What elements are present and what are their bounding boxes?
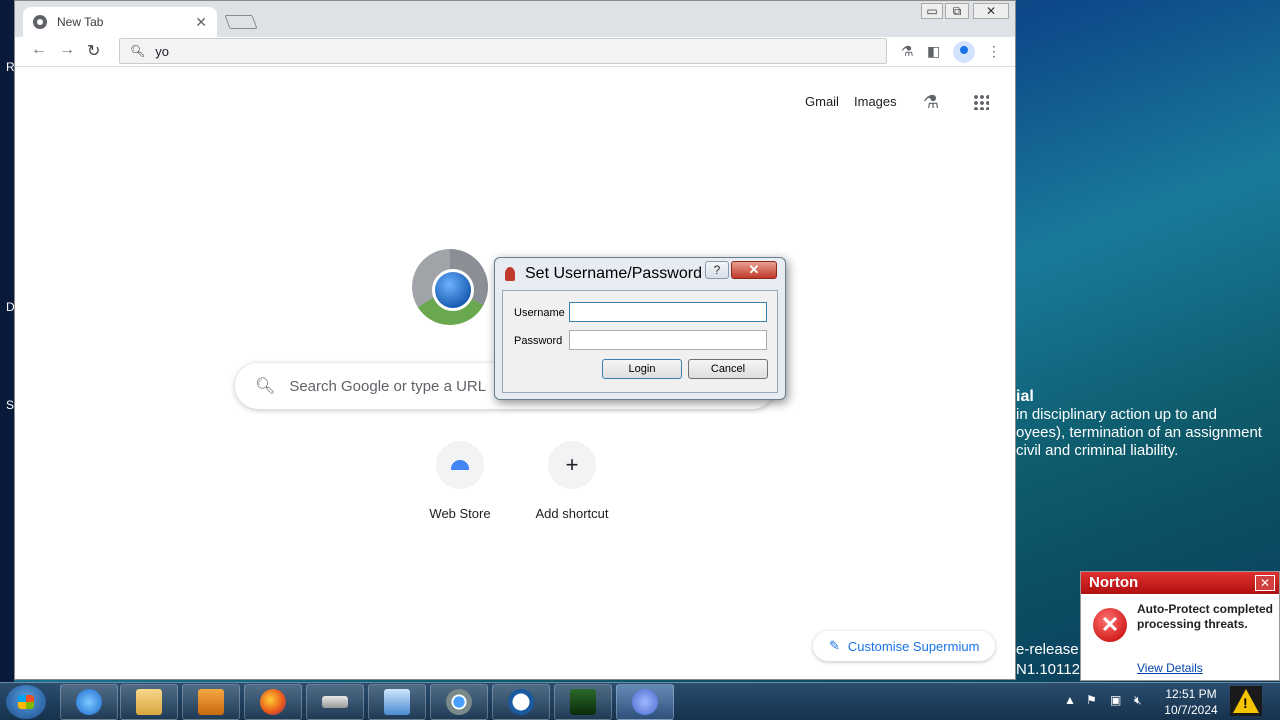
address-bar[interactable]: 🔍︎ yo [119, 38, 887, 64]
customise-label: Customise Supermium [847, 638, 980, 654]
wallpaper-notice-lower: e-release N1.10112 [1016, 640, 1080, 680]
norton-notification: Norton ✕ ✕ Auto-Protect completed proces… [1080, 571, 1280, 681]
clock-date: 10/7/2024 [1164, 703, 1218, 717]
more-menu-icon[interactable]: ⋮ [987, 43, 1001, 60]
forward-icon[interactable]: → [59, 41, 75, 59]
desktop-edge [0, 0, 14, 682]
tab-strip: New Tab ✕ ▭ ⧉ ✕ [15, 1, 1015, 37]
warning-icon[interactable]: ! [1230, 686, 1262, 716]
action-center-flag-icon[interactable]: ⚑ [1086, 693, 1097, 707]
search-placeholder: Search Google or type a URL [289, 377, 487, 395]
username-label: Username [514, 307, 565, 319]
plus-icon: + [548, 441, 596, 489]
norton-brand: Norton [1089, 574, 1139, 591]
set-credentials-dialog: Set Username/Password ? ✕ Username Passw… [494, 257, 786, 400]
norton-message: Auto-Protect completed processing threat… [1137, 602, 1274, 631]
internet-explorer-icon[interactable] [60, 684, 118, 720]
norton-title-bar: Norton ✕ [1081, 572, 1279, 594]
search-icon: 🔍︎ [130, 44, 146, 58]
bird-app-icon[interactable] [616, 684, 674, 720]
search-icon: 🔍︎ [255, 378, 276, 395]
login-button[interactable]: Login [602, 359, 682, 379]
shortcut-web-store[interactable]: Web Store [405, 441, 515, 521]
customise-button[interactable]: ✎ Customise Supermium [813, 631, 996, 661]
new-tab-button[interactable] [224, 15, 258, 29]
volume-muted-icon[interactable]: 🔇︎ [1134, 693, 1142, 708]
notice-line: oyees), termination of an assignment [1016, 424, 1262, 441]
dialog-close-button[interactable]: ✕ [731, 261, 777, 279]
panda-icon[interactable] [492, 684, 550, 720]
chrome-icon [33, 15, 47, 29]
start-button[interactable] [6, 685, 46, 719]
drive-icon[interactable] [306, 684, 364, 720]
clock-time: 12:51 PM [1165, 687, 1217, 701]
notice-line: civil and criminal liability. [1016, 442, 1179, 459]
shortcut-circle [436, 441, 484, 489]
terminal-icon[interactable] [554, 684, 612, 720]
taskbar: ▲ ⚑ ▣ 🔇︎ 12:51 PM 10/7/2024 ! [0, 682, 1280, 720]
desktop-icon-label: S [6, 398, 15, 412]
error-icon: ✕ [1093, 608, 1127, 642]
toolbar: ← → ↻ 🔍︎ yo ⚗ ◧ ⋮ [15, 37, 1015, 67]
password-field[interactable] [569, 330, 767, 350]
media-player-icon[interactable] [182, 684, 240, 720]
reload-icon[interactable]: ↻ [87, 41, 100, 61]
close-window-button[interactable]: ✕ [973, 3, 1009, 19]
cancel-button[interactable]: Cancel [688, 359, 768, 379]
dialog-body: Username Password Login Cancel [502, 290, 778, 393]
supermium-logo [412, 249, 488, 325]
notice-title: ial [1016, 388, 1034, 405]
wallpaper-notice: ial in disciplinary action up to and oye… [1016, 388, 1262, 460]
close-icon[interactable]: ✕ [1255, 575, 1275, 591]
notice-line: in disciplinary action up to and [1016, 406, 1217, 423]
username-field[interactable] [569, 302, 767, 322]
side-panel-icon[interactable]: ◧ [927, 43, 940, 60]
supermium-icon[interactable] [430, 684, 488, 720]
back-icon[interactable]: ← [31, 41, 47, 59]
password-label: Password [514, 335, 563, 347]
network-icon[interactable]: ▣ [1110, 693, 1121, 707]
images-link[interactable]: Images [854, 94, 897, 109]
minimize-button[interactable]: ▭ [921, 3, 943, 19]
tray-expand-icon[interactable]: ▲ [1064, 693, 1076, 707]
file-explorer-icon[interactable] [120, 684, 178, 720]
apps-grid-icon[interactable] [973, 94, 989, 110]
profile-avatar-icon[interactable] [953, 41, 975, 63]
tab-new-tab[interactable]: New Tab ✕ [23, 7, 217, 37]
notice-line: e-release [1016, 641, 1079, 658]
shortcut-label: Web Store [429, 506, 491, 521]
app-icon [505, 267, 515, 281]
close-icon[interactable]: ✕ [195, 14, 207, 31]
clock[interactable]: 12:51 PM 10/7/2024 [1158, 686, 1224, 718]
labs-flask-icon[interactable]: ⚗ [901, 43, 914, 60]
shortcut-label: Add shortcut [535, 506, 609, 521]
maximize-button[interactable]: ⧉ [945, 3, 969, 19]
tab-title: New Tab [57, 15, 104, 29]
view-details-link[interactable]: View Details [1137, 661, 1203, 675]
shortcut-add[interactable]: + Add shortcut [517, 441, 627, 521]
firefox-icon[interactable] [244, 684, 302, 720]
web-store-icon [451, 460, 469, 470]
notice-line: N1.10112 [1016, 661, 1080, 678]
help-button[interactable]: ? [705, 261, 729, 279]
gmail-link[interactable]: Gmail [805, 94, 839, 109]
pencil-icon: ✎ [829, 638, 840, 653]
control-panel-icon[interactable] [368, 684, 426, 720]
dialog-title: Set Username/Password [525, 265, 702, 282]
labs-flask-icon[interactable]: ⚗ [923, 92, 939, 113]
address-bar-value: yo [155, 43, 169, 59]
